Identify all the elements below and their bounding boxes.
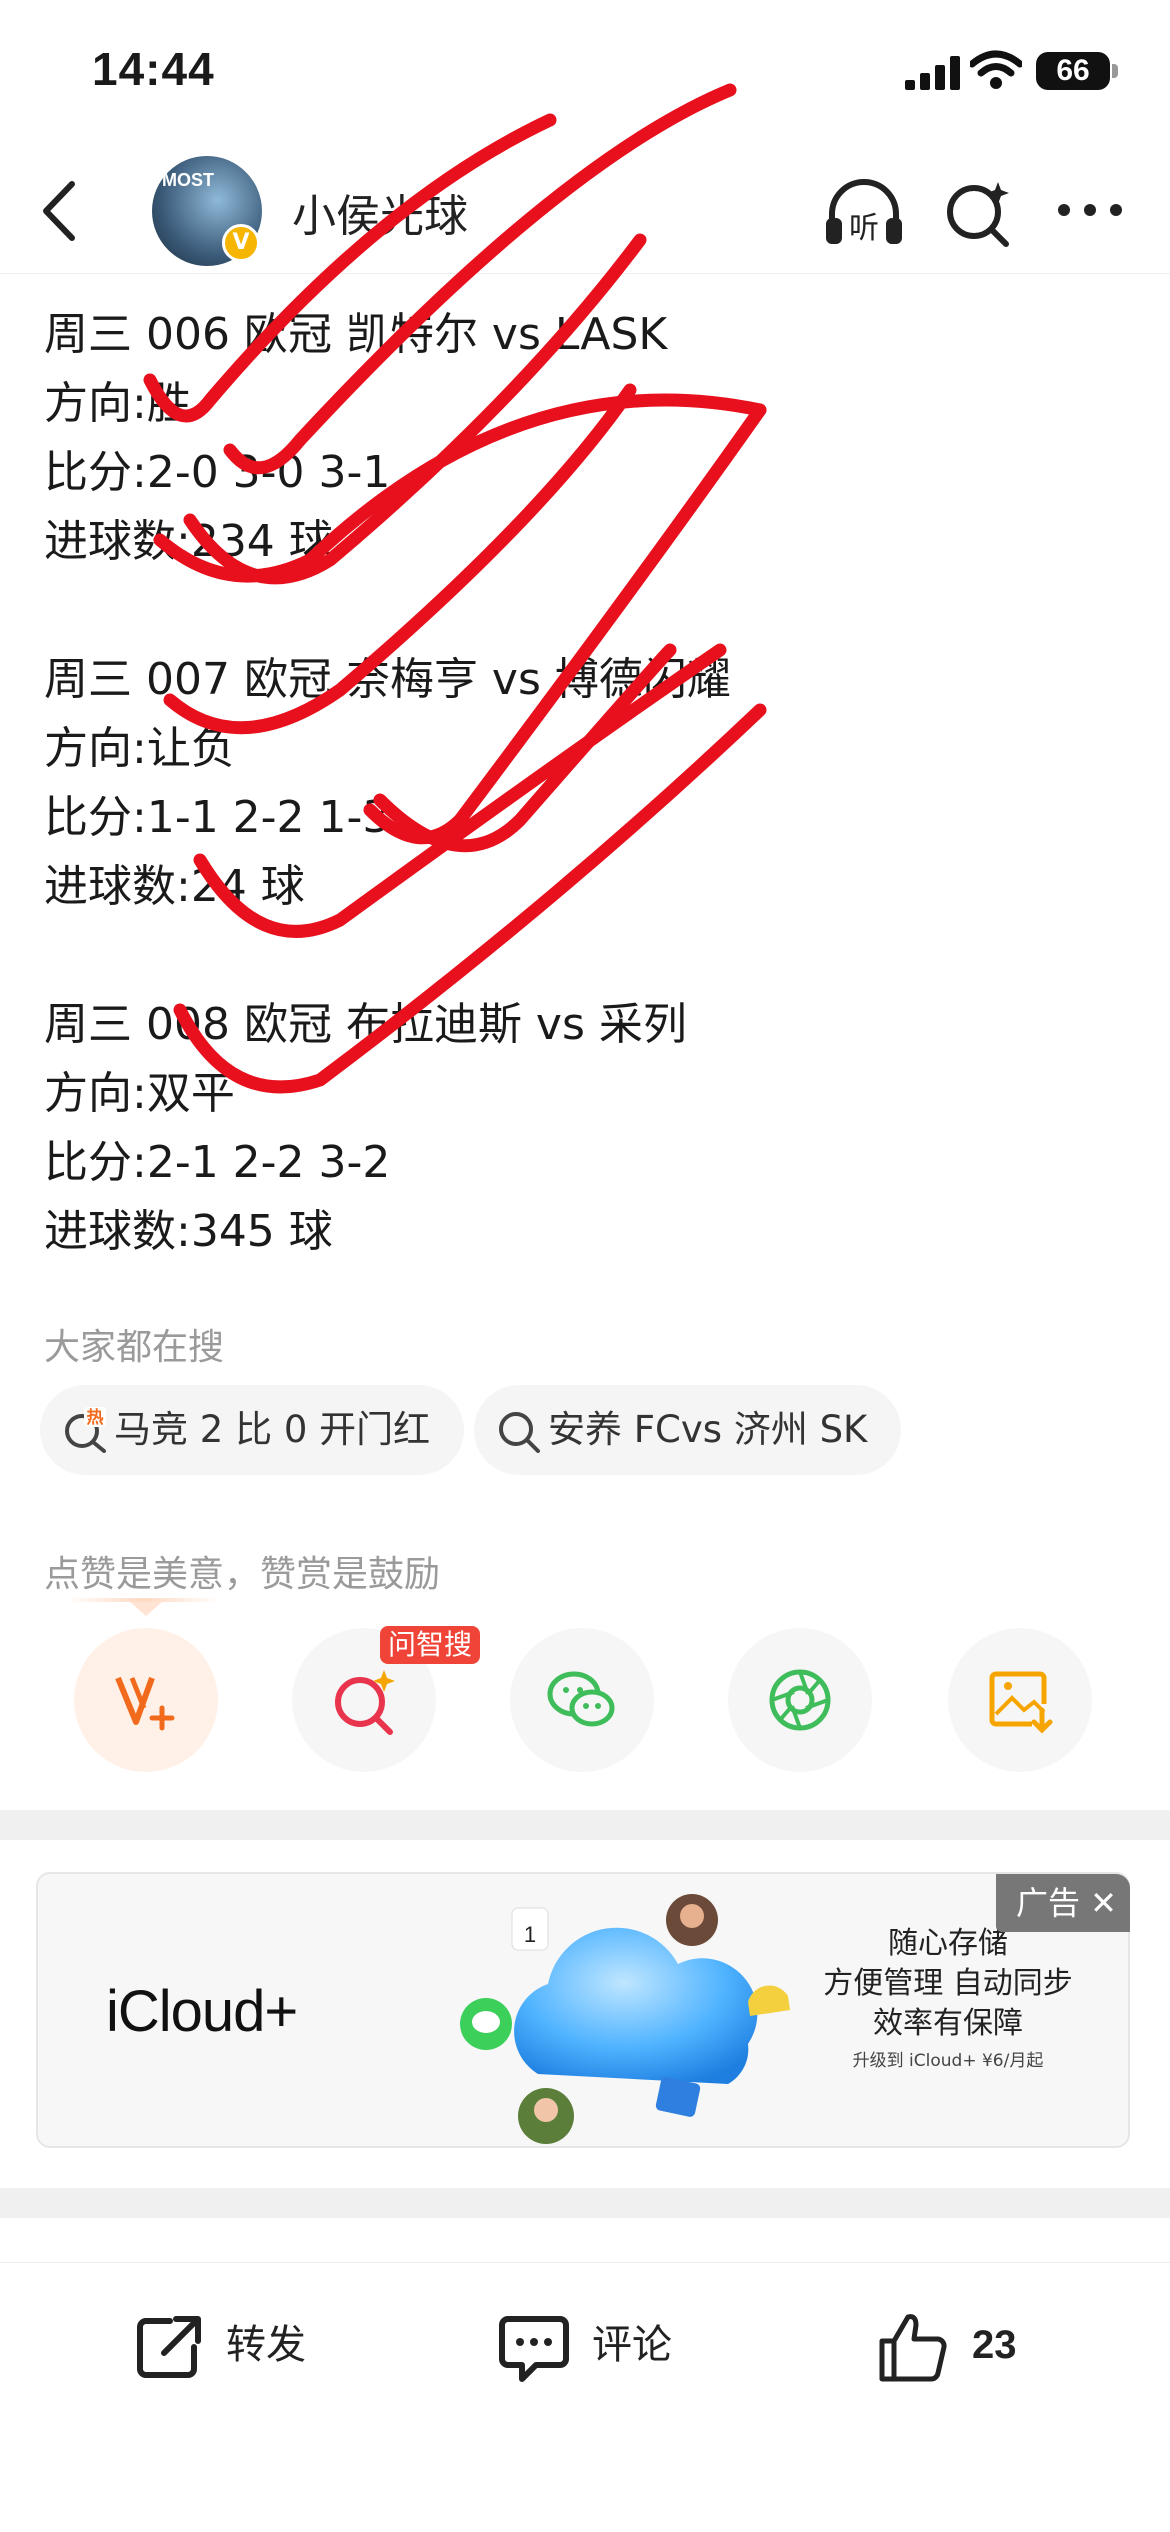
- icloud-cloud-illustration: 1: [460, 1894, 790, 2144]
- match-score: 比分:1-1 2-2 1-3: [44, 792, 391, 843]
- status-bar: 14:44 66: [0, 0, 1170, 150]
- match-block: 周三 008 欧冠 布拉迪斯 vs 采列 方向:双平 比分:2-1 2-2 3-…: [44, 990, 1124, 1266]
- section-divider: [0, 1810, 1170, 1840]
- search-chip-label: 安养 FCvs 济州 SK: [548, 1408, 868, 1451]
- avatar-text: MOST: [162, 170, 214, 190]
- article-body: 周三 006 欧冠 凯特尔 vs LASK 方向:胜 比分:2-0 3-0 3-…: [44, 300, 1124, 1266]
- bottom-action-bar: 转发 评论 23: [0, 2262, 1170, 2532]
- ai-search-icon: [335, 1670, 395, 1735]
- match-direction: 方向:胜: [44, 378, 191, 429]
- ad-banner[interactable]: iCloud+ 1 随心存储 方便管理 自动同步 效率有保障 升级到 iClou…: [36, 1872, 1130, 2148]
- wechat-share-button[interactable]: [510, 1628, 654, 1772]
- battery-tip: [1112, 64, 1118, 78]
- ai-search-icon[interactable]: [942, 176, 1014, 248]
- comment-label: 评论: [592, 2322, 672, 2368]
- search-icon: [499, 1412, 540, 1453]
- ai-search-badge: 问智搜: [380, 1626, 481, 1664]
- hot-searches-title: 大家都在搜: [44, 1327, 225, 1368]
- comment-button[interactable]: 评论: [496, 2305, 716, 2385]
- reward-button[interactable]: [74, 1628, 218, 1772]
- ad-brand: iCloud+: [106, 1979, 298, 2044]
- ad-headline: 随心存储 方便管理 自动同步 效率有保障: [798, 1924, 1098, 2044]
- match-goals: 进球数:234 球: [44, 516, 333, 567]
- match-title: 周三 008 欧冠 布拉迪斯 vs 采列: [44, 999, 687, 1050]
- wechat-icon: [547, 1671, 615, 1727]
- ad-close-tag[interactable]: 广告 ✕: [996, 1874, 1130, 1932]
- ad-fine-print: [798, 2084, 1098, 2100]
- match-direction: 方向:双平: [44, 1068, 235, 1119]
- top-nav-bar: MOST V 小侯光球 听: [0, 150, 1170, 274]
- match-block: 周三 006 欧冠 凯特尔 vs LASK 方向:胜 比分:2-0 3-0 3-…: [44, 300, 1124, 576]
- like-count: 23: [972, 2323, 1017, 2367]
- calendar-day: 1: [524, 1922, 536, 1947]
- like-button[interactable]: 23: [876, 2305, 1056, 2385]
- more-options-icon[interactable]: [1054, 190, 1126, 230]
- tip-caret: [130, 1602, 162, 1616]
- section-divider: [0, 2188, 1170, 2218]
- thumbs-up-icon: [879, 2314, 947, 2382]
- ad-headline-3: 效率有保障: [873, 2006, 1023, 2041]
- svg-text:听: 听: [849, 211, 879, 246]
- moments-share-button[interactable]: [728, 1628, 872, 1772]
- ad-offer: 升级到 iCloud+ ¥6/月起: [852, 2051, 1044, 2071]
- moments-icon: [769, 1669, 831, 1731]
- hot-badge: 热: [87, 1407, 104, 1428]
- save-image-button[interactable]: [948, 1628, 1092, 1772]
- verified-badge-icon: V: [222, 224, 260, 262]
- repost-button[interactable]: 转发: [130, 2305, 350, 2385]
- wifi-icon: [970, 50, 1022, 89]
- search-chip[interactable]: 安养 FCvs 济州 SK: [474, 1385, 902, 1475]
- ad-headline-2: 方便管理 自动同步: [823, 1966, 1073, 2001]
- back-arrow-icon[interactable]: [28, 176, 98, 246]
- match-score: 比分:2-1 2-2 3-2: [44, 1137, 391, 1188]
- status-time: 14:44: [92, 43, 215, 95]
- listen-headphone-icon[interactable]: 听: [822, 174, 906, 250]
- author-name[interactable]: 小侯光球: [292, 180, 468, 244]
- signal-icon: [905, 56, 960, 90]
- search-chip[interactable]: 热 马竞 2 比 0 开门红: [40, 1385, 465, 1475]
- battery-icon: 66: [1036, 52, 1110, 90]
- match-title: 周三 006 欧冠 凯特尔 vs LASK: [44, 309, 668, 360]
- hot-search-icon: 热: [65, 1407, 106, 1453]
- repost-label: 转发: [226, 2322, 306, 2368]
- share-out-icon: [137, 2316, 201, 2378]
- match-title: 周三 007 欧冠 奈梅亨 vs 博德闪耀: [44, 654, 731, 705]
- comment-icon: [499, 2316, 569, 2382]
- match-goals: 进球数:24 球: [44, 861, 305, 912]
- match-direction: 方向:让负: [44, 723, 235, 774]
- reward-tip-text: 点赞是美意，赞赏是鼓励: [44, 1554, 441, 1595]
- search-chip-label: 马竞 2 比 0 开门红: [114, 1408, 431, 1451]
- save-image-icon: [989, 1671, 1053, 1734]
- match-goals: 进球数:345 球: [44, 1206, 333, 1257]
- reward-icon: [115, 1676, 175, 1731]
- match-score: 比分:2-0 3-0 3-1: [44, 447, 391, 498]
- match-block: 周三 007 欧冠 奈梅亨 vs 博德闪耀 方向:让负 比分:1-1 2-2 1…: [44, 645, 1124, 921]
